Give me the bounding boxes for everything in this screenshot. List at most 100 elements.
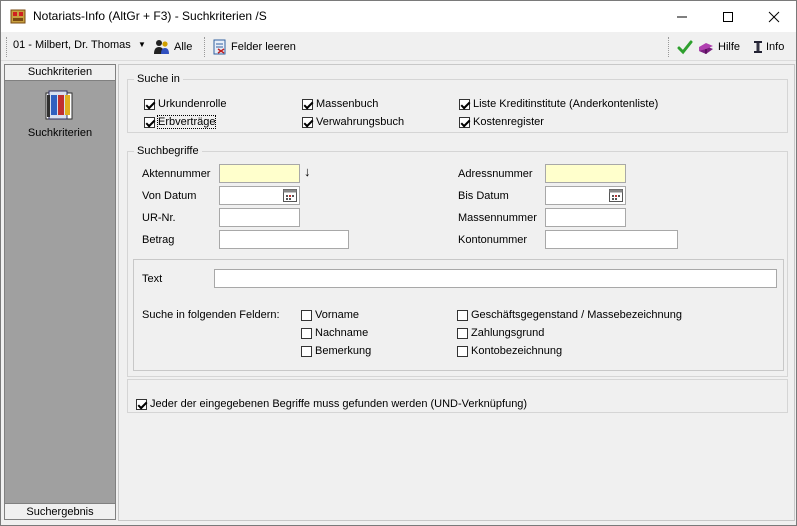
close-button[interactable]	[751, 1, 797, 32]
checkbox-box[interactable]	[301, 345, 312, 357]
checkbox-label: Bemerkung	[315, 345, 372, 357]
info-button[interactable]: Info	[753, 35, 784, 58]
alle-button[interactable]: Alle	[153, 35, 192, 58]
massennummer-input[interactable]	[545, 208, 626, 227]
hilfe-label: Hilfe	[718, 40, 741, 53]
checkbox-box[interactable]	[457, 327, 468, 339]
checkbox-box[interactable]	[302, 116, 313, 128]
checkbox-box[interactable]	[301, 327, 312, 339]
massennummer-label: Massennummer	[458, 212, 537, 224]
checkbox-bemerkung[interactable]: Bemerkung	[301, 345, 371, 357]
nav-header-suchkriterien[interactable]: Suchkriterien	[5, 65, 115, 81]
search-form: Suche in Urkundenrolle Erbverträge Masse…	[118, 64, 795, 521]
checkbox-label: Kontobezeichnung	[471, 345, 563, 357]
maximize-button[interactable]	[705, 1, 751, 32]
checkbox-label: Nachname	[315, 327, 369, 339]
close-icon	[768, 11, 780, 23]
maximize-icon	[723, 12, 733, 22]
kontonummer-label: Kontonummer	[458, 234, 528, 246]
people-icon	[154, 39, 169, 54]
felder-leeren-label: Felder leeren	[231, 40, 296, 53]
checkbox-liste-kreditinstitute[interactable]: Liste Kreditinstitute (Anderkontenliste)	[459, 98, 658, 110]
clear-fields-icon	[213, 39, 226, 54]
toolbar-separator	[204, 37, 207, 57]
checkbox-urkundenrolle[interactable]: Urkundenrolle	[144, 98, 226, 110]
und-option-group: Jeder der eingegebenen Begriffe muss gef…	[127, 379, 788, 413]
checkbox-box[interactable]	[457, 309, 468, 321]
user-select[interactable]: 01 - Milbert, Dr. Thomas	[13, 39, 131, 51]
checkbox-label: Massenbuch	[316, 98, 379, 110]
bis-datum-label: Bis Datum	[458, 190, 509, 202]
nav-item-label: Suchkriterien	[27, 127, 93, 139]
nav-footer-suchergebnis[interactable]: Suchergebnis	[5, 503, 115, 519]
sort-arrow-icon: ↓	[304, 164, 311, 179]
title-bar: Notariats-Info (AltGr + F3) - Suchkriter…	[1, 1, 796, 32]
von-datum-input[interactable]	[219, 186, 300, 205]
checkbox-box[interactable]	[459, 116, 470, 128]
checkbox-kostenregister[interactable]: Kostenregister	[459, 116, 544, 128]
betrag-label: Betrag	[142, 234, 175, 246]
suche-in-title: Suche in	[134, 73, 183, 85]
checkbox-box[interactable]	[136, 398, 147, 410]
betrag-input[interactable]	[219, 230, 349, 249]
window-title: Notariats-Info (AltGr + F3) - Suchkriter…	[33, 9, 267, 23]
kontonummer-input[interactable]	[545, 230, 678, 249]
checkbox-label: Zahlungsgrund	[471, 327, 545, 339]
checkbox-label: Vorname	[315, 309, 360, 321]
aktennummer-input[interactable]	[219, 164, 300, 183]
nav-item-suchkriterien[interactable]: Suchkriterien	[5, 89, 115, 139]
dropdown-arrow-icon[interactable]: ▼	[138, 40, 146, 49]
app-icon	[10, 9, 26, 24]
checkbox-box[interactable]	[144, 116, 155, 128]
checkbox-label: Verwahrungsbuch	[316, 116, 405, 128]
suchbegriffe-group: Suchbegriffe Aktennummer ↓ Von Datum UR-…	[127, 145, 788, 377]
checkbox-label: Kostenregister	[473, 116, 544, 128]
help-book-icon	[699, 42, 713, 54]
checkbox-box[interactable]	[301, 309, 312, 321]
calendar-icon[interactable]	[283, 189, 297, 202]
search-criteria-icon	[45, 90, 73, 120]
checkbox-verwahrungsbuch[interactable]: Verwahrungsbuch	[302, 116, 404, 128]
bis-datum-input[interactable]	[545, 186, 626, 205]
felder-leeren-button[interactable]: Felder leeren	[212, 35, 296, 58]
adressnummer-input[interactable]	[545, 164, 626, 183]
checkbox-label: Urkundenrolle	[158, 98, 227, 110]
checkbox-box[interactable]	[144, 98, 155, 110]
ur-nr-input[interactable]	[219, 208, 300, 227]
confirm-button[interactable]	[677, 35, 693, 58]
navigation-panel: Suchkriterien Suchkriterien Suchergebnis	[4, 64, 116, 520]
checkbox-label: Erbverträge	[156, 115, 217, 129]
text-label: Text	[142, 273, 163, 285]
suche-in-group: Suche in Urkundenrolle Erbverträge Masse…	[127, 73, 788, 133]
checkmark-icon	[677, 40, 693, 54]
toolbar-separator-right	[668, 37, 671, 57]
minimize-button[interactable]	[659, 1, 705, 32]
checkbox-box[interactable]	[457, 345, 468, 357]
checkbox-und-verknuepfung[interactable]: Jeder der eingegebenen Begriffe muss gef…	[136, 398, 527, 410]
aktennummer-label: Aktennummer	[142, 168, 211, 180]
alle-label: Alle	[174, 40, 193, 53]
checkbox-zahlungsgrund[interactable]: Zahlungsgrund	[457, 327, 544, 339]
felder-label: Suche in folgenden Feldern:	[142, 309, 280, 321]
text-input[interactable]	[214, 269, 777, 288]
checkbox-erbvertraege[interactable]: Erbverträge	[144, 115, 217, 129]
checkbox-geschaeftsgegenstand[interactable]: Geschäftsgegenstand / Massebezeichnung	[457, 309, 682, 321]
checkbox-box[interactable]	[459, 98, 470, 110]
checkbox-massenbuch[interactable]: Massenbuch	[302, 98, 378, 110]
checkbox-label: Geschäftsgegenstand / Massebezeichnung	[471, 309, 682, 321]
calendar-icon[interactable]	[609, 189, 623, 202]
checkbox-kontobezeichnung[interactable]: Kontobezeichnung	[457, 345, 562, 357]
app-window: Notariats-Info (AltGr + F3) - Suchkriter…	[0, 0, 797, 526]
text-subgroup: Text Suche in folgenden Feldern: Vorname…	[133, 259, 784, 371]
info-icon	[754, 40, 762, 53]
ur-nr-label: UR-Nr.	[142, 212, 176, 224]
toolbar-grip	[6, 37, 9, 57]
checkbox-vorname[interactable]: Vorname	[301, 309, 359, 321]
info-label: Info	[766, 40, 785, 53]
checkbox-box[interactable]	[302, 98, 313, 110]
suchbegriffe-title: Suchbegriffe	[134, 145, 202, 157]
checkbox-nachname[interactable]: Nachname	[301, 327, 368, 339]
hilfe-button[interactable]: Hilfe	[697, 35, 740, 58]
minimize-icon	[677, 16, 687, 18]
checkbox-label: Jeder der eingegebenen Begriffe muss gef…	[150, 398, 528, 410]
